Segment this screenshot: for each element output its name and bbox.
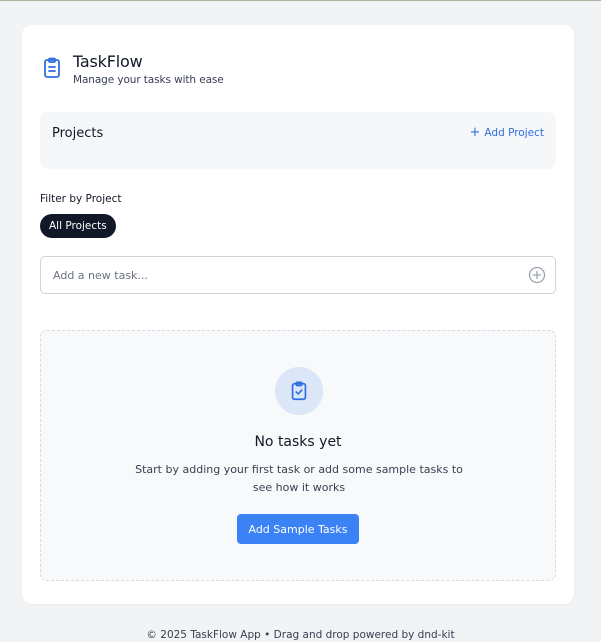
- filter-pill-all-projects[interactable]: All Projects: [40, 214, 116, 238]
- add-sample-tasks-button[interactable]: Add Sample Tasks: [237, 514, 359, 544]
- empty-state-description: Start by adding your first task or add s…: [135, 463, 463, 494]
- add-project-label: Add Project: [484, 127, 544, 139]
- empty-state-title: No tasks yet: [254, 434, 342, 450]
- plus-icon: +: [469, 125, 481, 140]
- empty-state: No tasks yet Start by adding your first …: [40, 330, 556, 581]
- plus-circle-icon[interactable]: [528, 266, 546, 284]
- new-task-input[interactable]: [41, 257, 521, 293]
- footer-text: © 2025 TaskFlow App • Drag and drop powe…: [146, 629, 455, 641]
- add-project-button[interactable]: + Add Project: [469, 125, 545, 140]
- app-title-group: TaskFlow Manage your tasks with ease: [73, 52, 224, 87]
- app-header: TaskFlow Manage your tasks with ease: [40, 52, 224, 87]
- top-border: [0, 0, 601, 1]
- clipboard-icon: [44, 57, 60, 78]
- projects-title: Projects: [52, 126, 104, 141]
- main-card: TaskFlow Manage your tasks with ease Pro…: [22, 25, 574, 604]
- app-subtitle: Manage your tasks with ease: [73, 74, 224, 86]
- empty-state-icon-circle: [275, 367, 323, 415]
- filter-label: Filter by Project: [40, 193, 122, 205]
- new-task-field: [40, 256, 556, 294]
- app-title: TaskFlow: [73, 52, 143, 71]
- projects-panel: Projects + Add Project: [40, 112, 556, 169]
- clipboard-check-icon: [291, 381, 307, 401]
